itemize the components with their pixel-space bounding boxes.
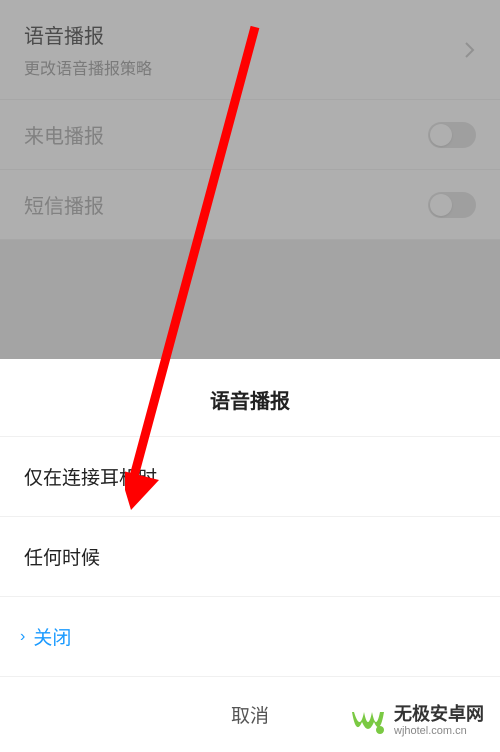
watermark-logo-icon [350,702,388,740]
action-sheet: 语音播报 仅在连接耳机时 任何时候 › 关闭 取消 [0,359,500,752]
sheet-option-always[interactable]: 任何时候 [0,517,500,597]
watermark-url: wjhotel.com.cn [394,725,484,738]
sheet-title: 语音播报 [0,359,500,437]
watermark: 无极安卓网 wjhotel.com.cn [350,702,484,740]
watermark-title: 无极安卓网 [394,704,484,726]
sheet-option-off-label: 关闭 [33,623,71,650]
chevron-right-icon: › [20,628,25,646]
sheet-option-off[interactable]: › 关闭 [0,597,500,677]
sheet-option-headphones[interactable]: 仅在连接耳机时 [0,437,500,517]
watermark-text-group: 无极安卓网 wjhotel.com.cn [394,704,484,739]
